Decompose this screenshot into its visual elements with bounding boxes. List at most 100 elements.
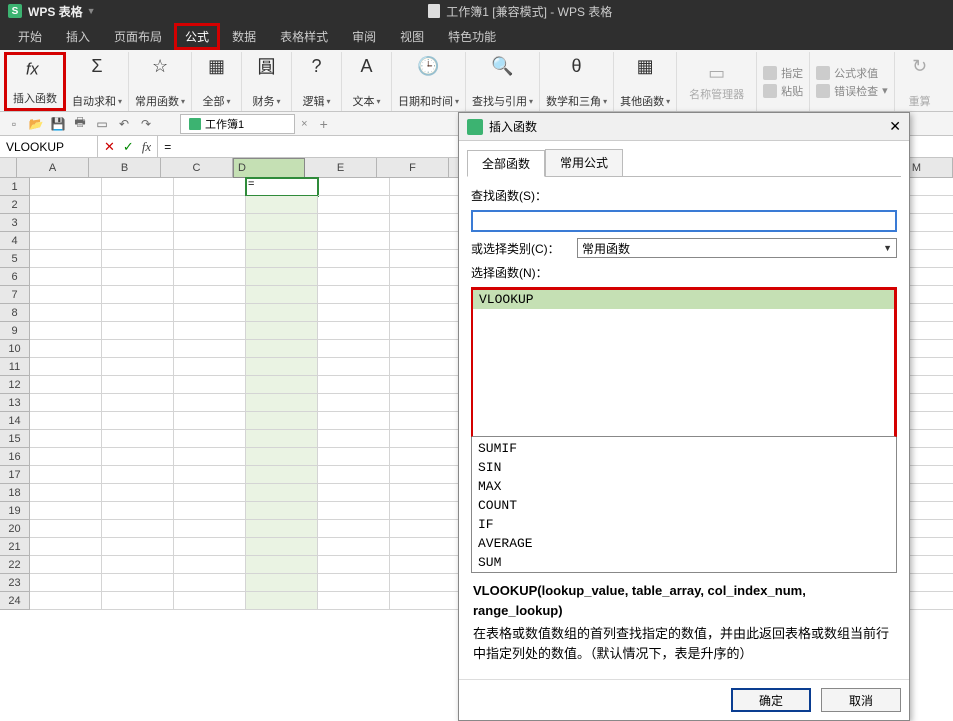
ribbon-common-fn[interactable]: ☆ 常用函数▾ [129, 52, 192, 111]
cell[interactable] [102, 466, 174, 484]
ribbon-paste[interactable]: 粘贴 [763, 83, 803, 99]
function-item[interactable]: VLOOKUP [473, 290, 894, 309]
cell[interactable] [102, 358, 174, 376]
cell[interactable] [318, 196, 390, 214]
cell[interactable] [390, 484, 462, 502]
function-list[interactable]: SUMIF SIN MAX COUNT IF AVERAGE SUM [471, 437, 897, 573]
cell[interactable] [246, 502, 318, 520]
column-header[interactable]: A [17, 158, 89, 177]
row-header[interactable]: 6 [0, 268, 30, 286]
qat-print-icon[interactable]: 🖶 [72, 116, 88, 132]
cell[interactable] [102, 196, 174, 214]
cell[interactable] [30, 250, 102, 268]
cell[interactable] [102, 556, 174, 574]
row-header[interactable]: 19 [0, 502, 30, 520]
ribbon-other[interactable]: ▦ 其他函数▾ [614, 52, 677, 111]
column-header[interactable]: D [233, 158, 305, 178]
row-header[interactable]: 12 [0, 376, 30, 394]
cell[interactable] [174, 448, 246, 466]
row-header[interactable]: 3 [0, 214, 30, 232]
cell[interactable] [390, 412, 462, 430]
cell[interactable] [390, 232, 462, 250]
ribbon-lookup[interactable]: 🔍 查找与引用▾ [466, 52, 540, 111]
row-header[interactable]: 23 [0, 574, 30, 592]
cell[interactable] [102, 250, 174, 268]
ribbon-name-manager[interactable]: ▭ 名称管理器 [683, 60, 750, 104]
workbook-tab-close[interactable]: × [295, 118, 313, 130]
cell[interactable] [318, 538, 390, 556]
qat-save-icon[interactable]: 💾 [50, 116, 66, 132]
cancel-edit-icon[interactable]: ✕ [104, 139, 115, 155]
cell[interactable] [318, 412, 390, 430]
cell[interactable] [102, 394, 174, 412]
cell[interactable] [390, 196, 462, 214]
cell[interactable] [318, 520, 390, 538]
cell[interactable] [30, 538, 102, 556]
row-header[interactable]: 4 [0, 232, 30, 250]
cell[interactable] [318, 250, 390, 268]
fx-button-icon[interactable]: fx [142, 139, 151, 155]
menu-start[interactable]: 开始 [6, 22, 54, 51]
cell[interactable] [102, 592, 174, 610]
search-input[interactable] [471, 210, 897, 232]
ribbon-finance[interactable]: 圓 财务▾ [242, 52, 292, 111]
cell[interactable] [174, 304, 246, 322]
cell[interactable] [390, 358, 462, 376]
cell[interactable] [174, 340, 246, 358]
cell[interactable] [30, 520, 102, 538]
cell[interactable] [390, 466, 462, 484]
category-select[interactable]: 常用函数 ▼ [577, 238, 897, 258]
function-item[interactable]: SUM [472, 553, 896, 572]
column-header[interactable]: F [377, 158, 449, 177]
row-header[interactable]: 16 [0, 448, 30, 466]
qat-open-icon[interactable]: 📂 [28, 116, 44, 132]
cell[interactable] [30, 232, 102, 250]
cell[interactable] [174, 268, 246, 286]
row-header[interactable]: 21 [0, 538, 30, 556]
cell[interactable] [102, 484, 174, 502]
cell[interactable] [102, 304, 174, 322]
cell[interactable] [318, 178, 390, 196]
cell[interactable] [318, 376, 390, 394]
row-header[interactable]: 2 [0, 196, 30, 214]
cell[interactable] [390, 286, 462, 304]
ribbon-datetime[interactable]: 🕒 日期和时间▾ [392, 52, 466, 111]
cell[interactable] [246, 466, 318, 484]
dialog-close-button[interactable]: ✕ [889, 118, 901, 135]
name-box[interactable]: VLOOKUP [0, 136, 98, 157]
dialog-tab-all[interactable]: 全部函数 [467, 150, 545, 177]
cell[interactable] [246, 304, 318, 322]
function-item[interactable]: MAX [472, 477, 896, 496]
row-header[interactable]: 11 [0, 358, 30, 376]
cell[interactable] [246, 538, 318, 556]
cell[interactable] [318, 214, 390, 232]
workbook-tab[interactable]: 工作簿1 [180, 114, 295, 134]
cell[interactable] [174, 412, 246, 430]
cell[interactable] [30, 196, 102, 214]
cell[interactable] [174, 574, 246, 592]
ribbon-text[interactable]: A 文本▾ [342, 52, 392, 111]
cell[interactable] [30, 592, 102, 610]
cell[interactable] [30, 574, 102, 592]
workbook-tab-add[interactable]: + [314, 116, 334, 132]
cell[interactable] [30, 214, 102, 232]
cell[interactable] [174, 322, 246, 340]
column-header[interactable]: E [305, 158, 377, 177]
cell[interactable] [30, 358, 102, 376]
cell[interactable] [102, 376, 174, 394]
cell[interactable] [318, 556, 390, 574]
cell[interactable] [174, 214, 246, 232]
ribbon-all[interactable]: ▦ 全部▾ [192, 52, 242, 111]
cell[interactable] [318, 286, 390, 304]
cell[interactable] [318, 358, 390, 376]
menu-review[interactable]: 审阅 [340, 22, 388, 51]
cell[interactable] [246, 520, 318, 538]
cell[interactable] [246, 448, 318, 466]
ribbon-insert-function[interactable]: fx 插入函数 [4, 52, 66, 111]
function-item[interactable]: COUNT [472, 496, 896, 515]
function-item[interactable]: AVERAGE [472, 534, 896, 553]
column-header[interactable]: B [89, 158, 161, 177]
qat-new-icon[interactable]: ▫ [6, 116, 22, 132]
cell[interactable] [246, 592, 318, 610]
cell[interactable] [390, 340, 462, 358]
